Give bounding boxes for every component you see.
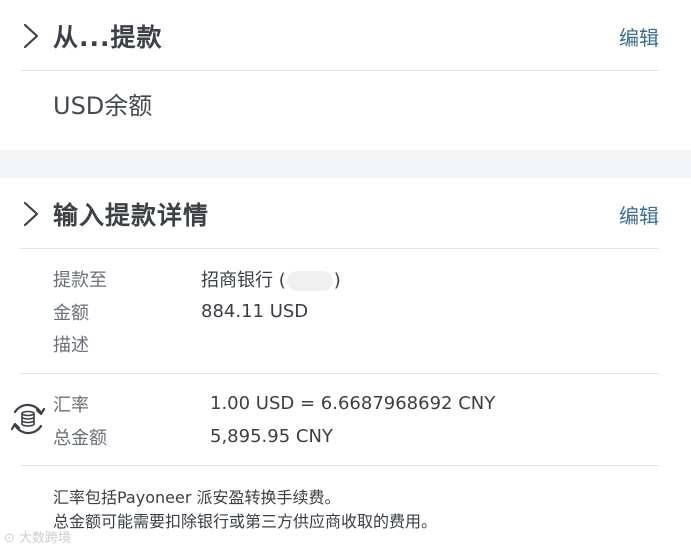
- amount-value: 884.11 USD: [201, 301, 309, 322]
- fee-note-line-2: 总金额可能需要扣除银行或第三方供应商收取的费用。: [53, 512, 438, 531]
- chevron-right-icon[interactable]: [20, 200, 42, 228]
- edit-withdraw-details-link[interactable]: 编辑: [619, 200, 659, 229]
- withdraw-details-title: 输入提款详情: [53, 201, 210, 230]
- divider: [20, 373, 659, 374]
- exchange-rate-value: 1.00 USD = 6.6687968692 CNY: [210, 393, 496, 414]
- bank-name: 招商银行 (: [201, 270, 286, 291]
- currency-exchange-icon: [10, 403, 46, 435]
- bank-name-suffix: ): [333, 270, 341, 291]
- watermark: ⊙ 大数跨境: [4, 527, 71, 546]
- withdraw-from-header: 从...提款 编辑: [20, 0, 659, 71]
- withdraw-to-label: 提款至: [53, 270, 107, 291]
- withdraw-details-header: 输入提款详情 编辑: [20, 178, 659, 249]
- total-amount-value: 5,895.95 CNY: [210, 426, 333, 447]
- watermark-text: 大数跨境: [19, 531, 72, 546]
- withdraw-from-section: 从...提款 编辑 USD余额: [0, 0, 691, 150]
- withdraw-from-title: 从...提款: [53, 23, 163, 52]
- redacted-account-number: [286, 271, 333, 291]
- usd-balance-label: USD余额: [53, 92, 153, 120]
- withdraw-to-value: 招商银行 (): [201, 266, 341, 292]
- description-label: 描述: [53, 335, 89, 356]
- edit-withdraw-from-link[interactable]: 编辑: [619, 22, 659, 51]
- amount-label: 金额: [53, 303, 89, 324]
- fee-note-line-1: 汇率包括Payoneer 派安盈转换手续费。: [53, 488, 341, 507]
- total-amount-label: 总金额: [53, 428, 107, 449]
- divider: [20, 465, 659, 466]
- chevron-right-icon[interactable]: [20, 22, 42, 50]
- watermark-logo-icon: ⊙: [4, 531, 15, 546]
- exchange-rate-label: 汇率: [53, 395, 89, 416]
